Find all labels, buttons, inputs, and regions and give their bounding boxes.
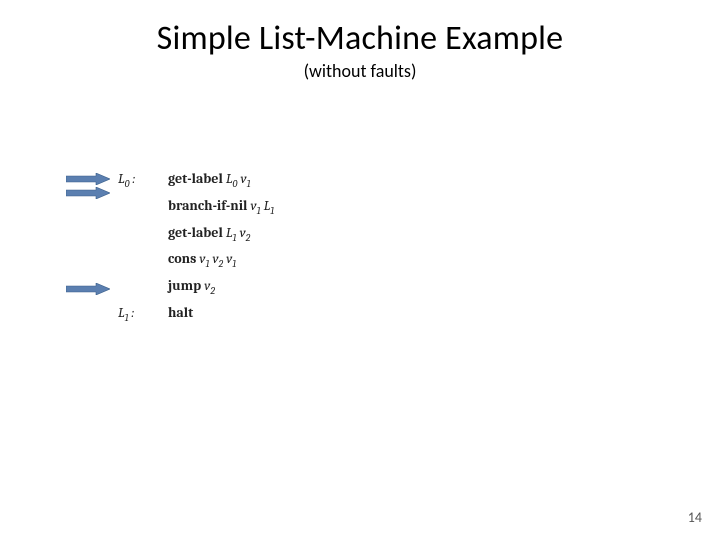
code-row: L1 : halt <box>118 302 274 329</box>
code-row: cons v1 v2 v1 <box>118 248 274 275</box>
slide: Simple List-Machine Example (without fau… <box>0 0 720 540</box>
row-label: L0 : <box>118 168 168 195</box>
arg: v1 <box>199 248 209 275</box>
arg: v2 <box>204 275 215 302</box>
arg: L1 <box>264 195 275 222</box>
op: get-label <box>168 222 223 244</box>
slide-title: Simple List-Machine Example <box>0 18 720 59</box>
code-row: get-label L1 v2 <box>118 222 274 249</box>
arg: v2 <box>240 222 251 249</box>
arg: v1 <box>241 168 251 195</box>
op: halt <box>168 302 193 324</box>
arrow-icon <box>66 187 110 197</box>
arg: L0 <box>226 168 238 195</box>
op: jump <box>168 275 201 297</box>
row-label: L1 : <box>118 302 168 329</box>
arrow-icon <box>66 283 110 293</box>
arg: v1 <box>251 195 261 222</box>
op: cons <box>168 248 196 270</box>
code-row: branch-if-nil v1 L1 <box>118 195 274 222</box>
arrow-icon <box>66 173 110 183</box>
code-row: L0 : get-label L0 v1 <box>118 168 274 195</box>
op: branch-if-nil <box>168 195 247 217</box>
arg: L1 <box>226 222 237 249</box>
page-number: 14 <box>688 509 702 526</box>
slide-subtitle: (without faults) <box>0 60 720 82</box>
arg: v2 <box>213 248 224 275</box>
code-row: jump v2 <box>118 275 274 302</box>
code-block: L0 : get-label L0 v1 branch-if-nil v1 L1… <box>118 168 274 329</box>
op: get-label <box>168 168 223 190</box>
arg: v1 <box>226 248 236 275</box>
